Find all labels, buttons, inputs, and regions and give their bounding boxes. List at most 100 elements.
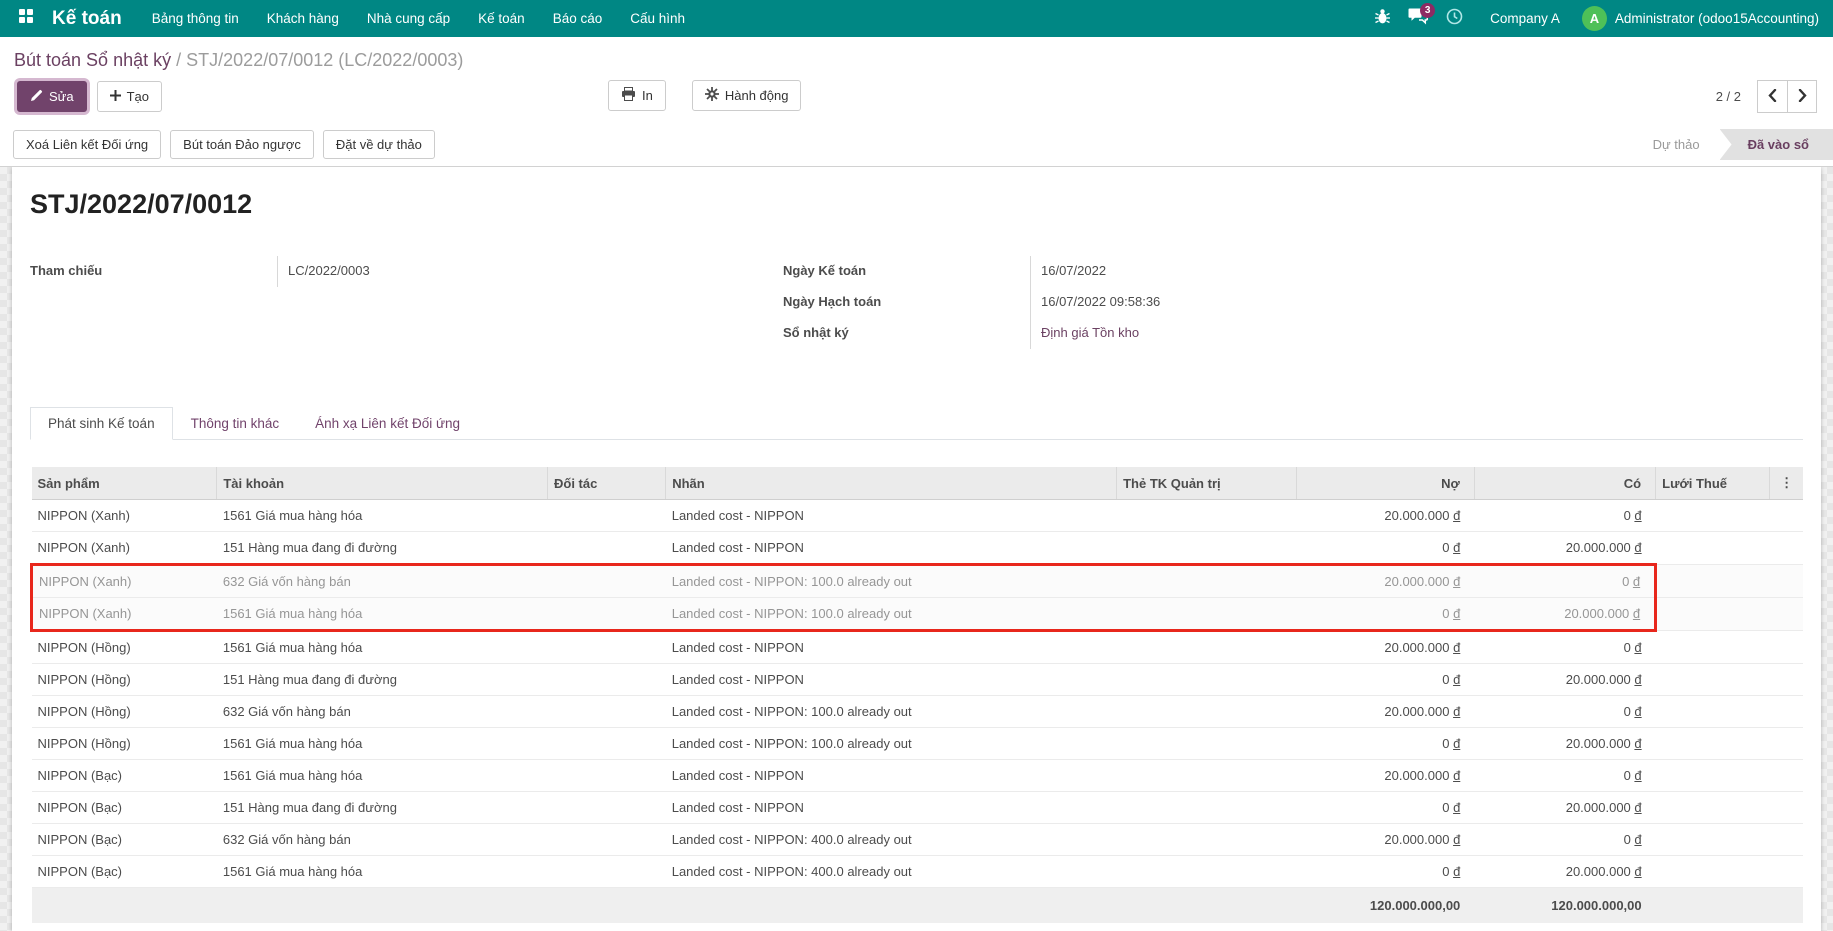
activities-button[interactable]	[1436, 0, 1472, 37]
reset-to-draft-button[interactable]: Đặt về dự thảo	[323, 130, 435, 159]
cell-credit[interactable]: 20.000.000 đ	[1474, 856, 1655, 888]
menu-reports[interactable]: Báo cáo	[539, 0, 617, 37]
cell-debit[interactable]: 20.000.000 đ	[1297, 760, 1474, 792]
company-switcher[interactable]: Company A	[1472, 11, 1578, 26]
cell-label[interactable]: Landed cost - NIPPON: 100.0 already out	[666, 598, 1117, 631]
cell-product[interactable]: NIPPON (Bạc)	[32, 824, 217, 856]
cell-debit[interactable]: 20.000.000 đ	[1297, 631, 1474, 664]
cell-credit[interactable]: 0 đ	[1474, 696, 1655, 728]
field-journal-value-link[interactable]: Định giá Tồn kho	[1030, 318, 1803, 349]
unreconcile-button[interactable]: Xoá Liên kết Đối ứng	[13, 130, 161, 159]
cell-tax-grid[interactable]	[1656, 532, 1770, 565]
cell-partner[interactable]	[548, 664, 666, 696]
cell-debit[interactable]: 0 đ	[1297, 598, 1474, 631]
cell-credit[interactable]: 20.000.000 đ	[1474, 728, 1655, 760]
status-step-posted[interactable]: Đã vào sổ	[1720, 129, 1833, 160]
cell-analytic-tags[interactable]	[1117, 565, 1297, 598]
cell-credit[interactable]: 0 đ	[1474, 631, 1655, 664]
cell-product[interactable]: NIPPON (Xanh)	[32, 532, 217, 565]
cell-label[interactable]: Landed cost - NIPPON	[666, 631, 1117, 664]
cell-partner[interactable]	[548, 760, 666, 792]
table-row[interactable]: NIPPON (Bạc) 1561 Giá mua hàng hóa Lande…	[32, 760, 1804, 792]
cell-tax-grid[interactable]	[1656, 696, 1770, 728]
column-analytic-tags[interactable]: Thẻ TK Quản trị	[1117, 467, 1297, 500]
action-button[interactable]: Hành động	[692, 80, 802, 111]
cell-analytic-tags[interactable]	[1117, 792, 1297, 824]
cell-account[interactable]: 1561 Giá mua hàng hóa	[217, 856, 548, 888]
cell-label[interactable]: Landed cost - NIPPON: 400.0 already out	[666, 824, 1117, 856]
cell-tax-grid[interactable]	[1656, 500, 1770, 532]
cell-label[interactable]: Landed cost - NIPPON: 400.0 already out	[666, 856, 1117, 888]
cell-account[interactable]: 1561 Giá mua hàng hóa	[217, 728, 548, 760]
cell-debit[interactable]: 20.000.000 đ	[1297, 696, 1474, 728]
cell-partner[interactable]	[548, 598, 666, 631]
cell-label[interactable]: Landed cost - NIPPON: 100.0 already out	[666, 565, 1117, 598]
cell-tax-grid[interactable]	[1656, 728, 1770, 760]
cell-account[interactable]: 1561 Giá mua hàng hóa	[217, 760, 548, 792]
cell-partner[interactable]	[548, 532, 666, 565]
table-row[interactable]: NIPPON (Bạc) 151 Hàng mua đang đi đường …	[32, 792, 1804, 824]
cell-credit[interactable]: 20.000.000 đ	[1474, 532, 1655, 565]
cell-tax-grid[interactable]	[1656, 631, 1770, 664]
menu-accounting[interactable]: Kế toán	[464, 0, 539, 37]
cell-account[interactable]: 1561 Giá mua hàng hóa	[217, 631, 548, 664]
cell-partner[interactable]	[548, 696, 666, 728]
table-row[interactable]: NIPPON (Hồng) 632 Giá vốn hàng bán Lande…	[32, 696, 1804, 728]
cell-account[interactable]: 632 Giá vốn hàng bán	[217, 565, 548, 598]
cell-product[interactable]: NIPPON (Xanh)	[32, 565, 217, 598]
cell-label[interactable]: Landed cost - NIPPON: 100.0 already out	[666, 728, 1117, 760]
table-row[interactable]: NIPPON (Xanh) 1561 Giá mua hàng hóa Land…	[32, 598, 1804, 631]
cell-credit[interactable]: 0 đ	[1474, 565, 1655, 598]
cell-tax-grid[interactable]	[1656, 760, 1770, 792]
cell-account[interactable]: 632 Giá vốn hàng bán	[217, 824, 548, 856]
cell-label[interactable]: Landed cost - NIPPON	[666, 792, 1117, 824]
table-row[interactable]: NIPPON (Xanh) 632 Giá vốn hàng bán Lande…	[32, 565, 1804, 598]
cell-partner[interactable]	[548, 856, 666, 888]
column-options-icon[interactable]: ⋮	[1770, 467, 1803, 500]
cell-credit[interactable]: 20.000.000 đ	[1474, 598, 1655, 631]
column-partner[interactable]: Đối tác	[548, 467, 666, 500]
cell-debit[interactable]: 20.000.000 đ	[1297, 824, 1474, 856]
cell-product[interactable]: NIPPON (Xanh)	[32, 598, 217, 631]
cell-credit[interactable]: 0 đ	[1474, 760, 1655, 792]
cell-tax-grid[interactable]	[1656, 824, 1770, 856]
cell-credit[interactable]: 0 đ	[1474, 500, 1655, 532]
cell-analytic-tags[interactable]	[1117, 500, 1297, 532]
user-menu[interactable]: A Administrator (odoo15Accounting)	[1578, 6, 1823, 31]
cell-account[interactable]: 632 Giá vốn hàng bán	[217, 696, 548, 728]
cell-product[interactable]: NIPPON (Xanh)	[32, 500, 217, 532]
cell-account[interactable]: 151 Hàng mua đang đi đường	[217, 532, 548, 565]
table-row[interactable]: NIPPON (Hồng) 1561 Giá mua hàng hóa Land…	[32, 631, 1804, 664]
cell-credit[interactable]: 20.000.000 đ	[1474, 792, 1655, 824]
app-name[interactable]: Kế toán	[44, 8, 138, 30]
cell-account[interactable]: 151 Hàng mua đang đi đường	[217, 664, 548, 696]
reverse-entry-button[interactable]: Bút toán Đảo ngược	[170, 130, 314, 159]
cell-partner[interactable]	[548, 565, 666, 598]
cell-product[interactable]: NIPPON (Bạc)	[32, 760, 217, 792]
cell-account[interactable]: 1561 Giá mua hàng hóa	[217, 598, 548, 631]
breadcrumb-parent-link[interactable]: Bút toán Sổ nhật ký	[14, 50, 171, 70]
cell-product[interactable]: NIPPON (Hồng)	[32, 696, 217, 728]
cell-analytic-tags[interactable]	[1117, 664, 1297, 696]
cell-product[interactable]: NIPPON (Hồng)	[32, 631, 217, 664]
cell-debit[interactable]: 0 đ	[1297, 532, 1474, 565]
column-label[interactable]: Nhãn	[666, 467, 1117, 500]
cell-product[interactable]: NIPPON (Hồng)	[32, 664, 217, 696]
menu-customers[interactable]: Khách hàng	[253, 0, 353, 37]
cell-analytic-tags[interactable]	[1117, 532, 1297, 565]
debug-button[interactable]	[1364, 0, 1400, 37]
messages-button[interactable]: 3	[1400, 0, 1436, 37]
table-row[interactable]: NIPPON (Xanh) 151 Hàng mua đang đi đường…	[32, 532, 1804, 565]
cell-tax-grid[interactable]	[1656, 664, 1770, 696]
menu-configuration[interactable]: Cấu hình	[616, 0, 699, 37]
cell-account[interactable]: 151 Hàng mua đang đi đường	[217, 792, 548, 824]
column-debit[interactable]: Nợ	[1297, 467, 1474, 500]
cell-tax-grid[interactable]	[1656, 598, 1770, 631]
pager-next-button[interactable]	[1787, 80, 1817, 113]
column-credit[interactable]: Có	[1474, 467, 1655, 500]
table-row[interactable]: NIPPON (Bạc) 1561 Giá mua hàng hóa Lande…	[32, 856, 1804, 888]
create-button[interactable]: Tạo	[97, 81, 162, 112]
cell-label[interactable]: Landed cost - NIPPON: 100.0 already out	[666, 696, 1117, 728]
cell-analytic-tags[interactable]	[1117, 760, 1297, 792]
menu-vendors[interactable]: Nhà cung cấp	[353, 0, 464, 37]
